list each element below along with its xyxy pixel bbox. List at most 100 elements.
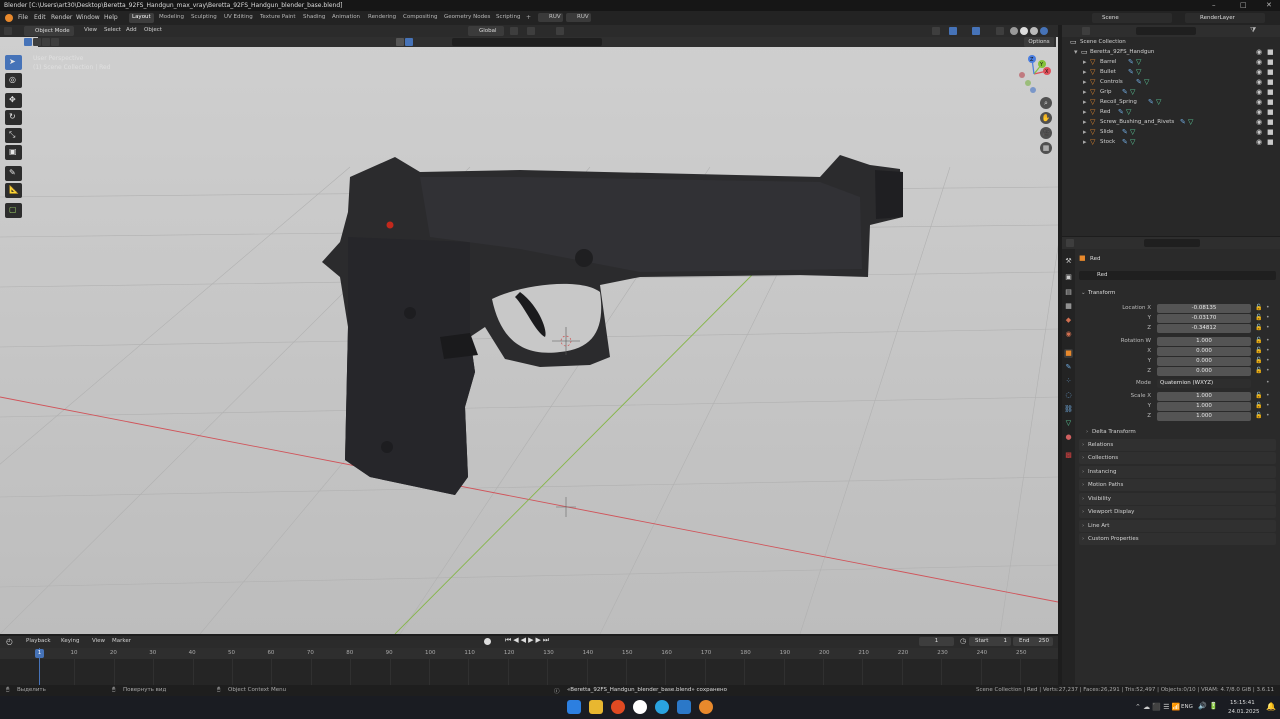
eye-icon[interactable]: ◉ (1256, 128, 1262, 136)
maximize-button[interactable]: □ (1240, 1, 1247, 9)
notification-bell-icon[interactable]: 🔔 (1266, 702, 1276, 711)
menu-view[interactable]: View (84, 27, 97, 33)
wifi-volume-battery-icons[interactable]: 🔊 🔋 (1198, 702, 1218, 710)
lock-icon[interactable]: 🔓 (1255, 402, 1262, 409)
clock-date[interactable]: 24.01.2025 (1228, 709, 1260, 715)
lock-icon[interactable]: 🔓 (1255, 304, 1262, 311)
camera-icon[interactable]: ■ (1267, 118, 1274, 126)
select-extend-icon[interactable] (33, 38, 41, 46)
outliner-item-red[interactable]: ▸ ▽ Red ✎ ▽ ◉ ■ (1062, 108, 1280, 118)
keyframe-dot-icon[interactable]: • (1266, 402, 1270, 409)
lock-icon[interactable]: 🔓 (1255, 392, 1262, 399)
snap-icon[interactable] (527, 27, 535, 35)
object-tab-icon[interactable]: ■ (1064, 349, 1073, 358)
tab-uv-editing[interactable]: UV Editing (221, 13, 256, 23)
camera-icon[interactable]: ■ (1267, 138, 1274, 146)
panel-visibility[interactable]: › Visibility (1079, 493, 1276, 505)
world-tab-icon[interactable]: ◉ (1064, 330, 1073, 339)
select-intersect-icon[interactable] (51, 38, 59, 46)
overlay-toggle-icon[interactable] (972, 27, 980, 35)
lock-icon[interactable]: 🔓 (1255, 314, 1262, 321)
location-x-field[interactable]: -0.08135 (1157, 304, 1251, 313)
menu-render[interactable]: Render (51, 14, 72, 21)
material-shading-icon[interactable] (1030, 27, 1038, 35)
menu-file[interactable]: File (18, 14, 28, 21)
visibility-icon[interactable] (932, 27, 940, 35)
menu-timeline-view[interactable]: View (92, 638, 105, 644)
tab-animation[interactable]: Animation (329, 13, 363, 23)
tool-transform[interactable]: ▣ (5, 145, 22, 160)
outliner-item-controls[interactable]: ▸ ▽ Controls ✎ ▽ ◉ ■ (1062, 78, 1280, 88)
clock-icon[interactable]: ◴ (6, 637, 13, 646)
outliner-collection-beretta[interactable]: ▾ ▭ Beretta_92FS_Handgun ◉ ■ (1062, 48, 1280, 58)
select-box-icon[interactable] (24, 38, 32, 46)
panel-custom-properties[interactable]: › Custom Properties (1079, 533, 1276, 545)
rotation-x-field[interactable]: 0.000 (1157, 347, 1251, 356)
physics-tab-icon[interactable]: ◌ (1064, 391, 1073, 400)
lock-icon[interactable]: 🔓 (1255, 357, 1262, 364)
tool-scale[interactable]: ⤡ (5, 128, 22, 143)
location-z-field[interactable]: -0.34812 (1157, 324, 1251, 333)
lock-icon[interactable]: 🔓 (1255, 324, 1262, 331)
eye-icon[interactable]: ◉ (1256, 58, 1262, 66)
tab-modeling[interactable]: Modeling (156, 13, 187, 23)
grid-view-icon[interactable]: ▦ (1040, 142, 1052, 154)
rendered-shading-icon[interactable] (1040, 27, 1048, 35)
playback-controls-icon[interactable]: ⏮◀◀▶▶⏭ (505, 636, 551, 645)
keyframe-dot-icon[interactable]: • (1266, 412, 1270, 419)
scene-selector[interactable]: Scene (1092, 13, 1172, 23)
filter-icon[interactable]: ⧩ (1250, 26, 1256, 35)
close-button[interactable]: ✕ (1266, 1, 1272, 9)
app-icon[interactable] (677, 700, 691, 714)
3d-viewport[interactable] (0, 37, 1058, 634)
particles-tab-icon[interactable]: ⁘ (1064, 377, 1073, 386)
tool-cursor[interactable]: ◎ (5, 73, 22, 88)
eye-icon[interactable]: ◉ (1256, 78, 1262, 86)
blender-logo-icon[interactable] (5, 14, 13, 22)
eye-icon[interactable]: ◉ (1256, 68, 1262, 76)
eye-icon[interactable]: ◉ (1256, 118, 1262, 126)
filter-mesh-icon[interactable] (405, 38, 413, 46)
menu-object[interactable]: Object (144, 27, 162, 33)
pivot-point-icon[interactable] (510, 27, 518, 35)
rotation-mode-dropdown[interactable]: Quaternion (WXYZ) (1157, 379, 1251, 388)
panel-relations[interactable]: › Relations (1079, 439, 1276, 451)
tool-rotate[interactable]: ↻ (5, 110, 22, 125)
panel-line-art[interactable]: › Line Art (1079, 520, 1276, 532)
viewport-search-field[interactable] (452, 38, 602, 46)
properties-search-field[interactable] (1144, 239, 1200, 247)
tool-move[interactable]: ✥ (5, 93, 22, 108)
editor-type-icon[interactable] (4, 27, 12, 35)
solid-shading-icon[interactable] (1020, 27, 1028, 35)
panel-collections[interactable]: › Collections (1079, 452, 1276, 464)
material-tab-icon[interactable]: ● (1064, 433, 1073, 442)
data-tab-icon[interactable]: ▽ (1064, 419, 1073, 428)
tool-annotate[interactable]: ✎ (5, 166, 22, 181)
keyframe-dot-icon[interactable]: • (1266, 314, 1270, 321)
view-layer-tab-icon[interactable]: ▦ (1064, 302, 1073, 311)
lock-icon[interactable]: 🔓 (1255, 337, 1262, 344)
outliner-display-mode-icon[interactable] (1082, 27, 1090, 35)
object-name-field[interactable]: Red (1079, 271, 1276, 280)
menu-add[interactable]: Add (126, 27, 137, 33)
render-tab-icon[interactable]: ▣ (1064, 273, 1073, 282)
keyframe-dot-icon[interactable]: • (1266, 304, 1270, 311)
tool-tab-icon[interactable]: ⚒ (1064, 257, 1073, 266)
eye-icon[interactable]: ◉ (1256, 138, 1262, 146)
menu-keying[interactable]: Keying (61, 638, 79, 644)
clock-time[interactable]: 15:15:41 (1230, 700, 1255, 706)
windows-start-icon[interactable] (567, 700, 581, 714)
rotation-y-field[interactable]: 0.000 (1157, 357, 1251, 366)
input-language[interactable]: ENG (1181, 704, 1193, 710)
tab-compositing[interactable]: Compositing (400, 13, 440, 23)
expand-arrow-icon[interactable]: ⌄ (1081, 290, 1086, 296)
scale-y-field[interactable]: 1.000 (1157, 402, 1251, 411)
record-icon[interactable] (484, 638, 491, 645)
yandex-icon[interactable] (633, 700, 647, 714)
keyframe-dot-icon[interactable]: • (1266, 337, 1270, 344)
tab-geometry-nodes[interactable]: Geometry Nodes (441, 13, 493, 23)
select-subtract-icon[interactable] (42, 38, 50, 46)
tab-scripting[interactable]: Scripting (493, 13, 523, 23)
menu-help[interactable]: Help (104, 14, 118, 21)
menu-playback[interactable]: Playback (26, 638, 51, 644)
